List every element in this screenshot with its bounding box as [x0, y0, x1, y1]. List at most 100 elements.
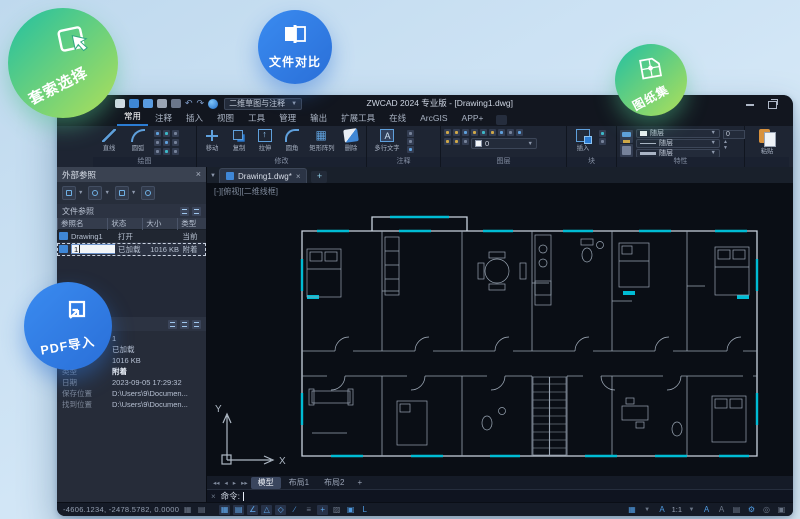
pdf-import-badge[interactable]: PDF导入 [24, 282, 112, 370]
workspace-switch-icon[interactable]: ▤ [731, 505, 742, 515]
close-icon[interactable]: × [211, 492, 216, 501]
tab-arcgis[interactable]: ArcGIS [413, 113, 454, 126]
copy-tool[interactable]: 复制 [227, 128, 251, 153]
table-row-selected[interactable]: 1 已加载 1016 KB 附着 [57, 243, 206, 256]
undo-icon[interactable]: ↶ [185, 99, 193, 108]
ortho-toggle-icon[interactable]: ∠ [247, 504, 259, 515]
xref-palette-titlebar[interactable]: 外部参照 × [57, 167, 206, 182]
edit-block-icon[interactable] [599, 138, 606, 145]
chevron-down-icon[interactable]: ▼ [78, 190, 83, 196]
lasso-select-badge[interactable]: 套索选择 [8, 8, 118, 118]
sun-icon[interactable] [453, 138, 460, 145]
transparency-input[interactable]: 0 [723, 130, 745, 139]
grid-toggle-icon[interactable]: ▤ [233, 504, 245, 515]
isolate-objects-icon[interactable]: ◎ [761, 505, 772, 515]
region-tool-icon[interactable] [172, 139, 179, 146]
table-tool-icon[interactable] [407, 146, 414, 153]
cycle-toggle-icon[interactable]: ▣ [345, 505, 356, 515]
polygon-tool-icon[interactable] [172, 148, 179, 155]
add-layout-button[interactable]: + [353, 478, 368, 487]
stretch-tool[interactable]: 拉伸 [253, 128, 277, 153]
viewport-grid-icon[interactable]: ▦ [627, 505, 638, 515]
lock-icon[interactable] [462, 138, 469, 145]
layer-prev-icon[interactable] [498, 129, 505, 136]
ribbon-panel-icon[interactable] [495, 115, 507, 125]
leader-tool-icon[interactable] [407, 138, 414, 145]
layer-freeze-icon[interactable] [462, 129, 469, 136]
line-tool[interactable]: 直线 [96, 128, 122, 153]
list-view-icon[interactable] [180, 206, 189, 216]
sheet-set-badge[interactable]: 图纸集 [615, 44, 687, 116]
last-layout-icon[interactable]: ▸▸ [239, 479, 250, 487]
dimension-tool-icon[interactable] [407, 130, 414, 137]
tab-tools[interactable]: 工具 [241, 113, 272, 126]
matchprops-icon[interactable] [620, 130, 633, 143]
transparency-toggle-icon[interactable]: ▨ [331, 505, 342, 515]
preview-icon[interactable] [171, 99, 181, 108]
chevron-down-icon[interactable]: ▼ [104, 190, 109, 196]
point-tool-icon[interactable] [154, 148, 161, 155]
tab-annotate[interactable]: 注释 [148, 113, 179, 126]
ucs-toggle-icon[interactable]: L [359, 505, 370, 515]
lineweight-toggle-icon[interactable]: ≡ [303, 505, 314, 515]
array-tool[interactable]: 矩形阵列 [307, 128, 337, 153]
snap-toggle-icon[interactable]: ▦ [219, 504, 231, 515]
open-folder-icon[interactable] [129, 99, 139, 108]
circle-tool-icon[interactable] [154, 130, 161, 137]
attach-pdf-button[interactable] [114, 186, 129, 200]
polyline-tool-icon[interactable] [163, 130, 170, 137]
linetype-dropdown[interactable]: 随层 ▼ [636, 139, 720, 148]
gear-icon[interactable]: ⚙ [746, 505, 757, 515]
attach-dwg-button[interactable] [62, 186, 76, 200]
tab-home[interactable]: 常用 [117, 111, 149, 126]
layer-match-icon[interactable] [489, 129, 496, 136]
layer-lock-icon[interactable] [471, 129, 478, 136]
prev-layout-icon[interactable]: ◂ [223, 479, 230, 487]
tab-model[interactable]: 模型 [250, 476, 281, 489]
osnap-toggle-icon[interactable]: ◇ [275, 504, 287, 515]
spline-tool-icon[interactable] [163, 139, 170, 146]
autoscale-icon[interactable]: A [716, 505, 727, 515]
command-line[interactable]: × 命令: [207, 489, 793, 502]
tab-output[interactable]: 输出 [303, 113, 334, 126]
tab-view[interactable]: 视图 [210, 113, 241, 126]
paper-space-icon[interactable]: ▤ [196, 505, 207, 515]
drawing-canvas[interactable]: [-][俯视][二维线框] Y X [207, 183, 793, 476]
plot-icon[interactable] [157, 99, 167, 108]
layer-on-icon[interactable] [453, 129, 460, 136]
otrack-toggle-icon[interactable]: ∕ [289, 505, 300, 515]
first-layout-icon[interactable]: ◂◂ [211, 479, 222, 487]
layer-properties-icon[interactable] [444, 129, 451, 136]
chevron-down-icon[interactable]: ▼ [686, 505, 697, 515]
close-icon[interactable]: × [296, 172, 301, 181]
fullscreen-icon[interactable]: ▣ [776, 505, 787, 515]
plist-icon[interactable] [620, 144, 633, 157]
document-tab[interactable]: Drawing1.dwg* × [219, 168, 308, 183]
redo-icon[interactable]: ↷ [197, 99, 205, 108]
rename-input[interactable]: 1 [71, 244, 115, 254]
mtext-tool[interactable]: 多行文字 [370, 128, 404, 153]
ellipse-tool-icon[interactable] [163, 148, 170, 155]
restore-button[interactable] [767, 98, 778, 109]
layer-state-icon[interactable] [516, 129, 523, 136]
attach-image-button[interactable] [88, 186, 103, 200]
erase-tool[interactable]: 删除 [339, 128, 363, 153]
chevron-down-icon[interactable]: ▼ [131, 190, 136, 196]
chevron-down-icon[interactable]: ▼ [642, 505, 653, 515]
table-row[interactable]: Drawing1 打开 当前 [57, 230, 206, 243]
dyn-toggle-icon[interactable]: + [317, 504, 329, 515]
bulb-icon[interactable] [444, 138, 451, 145]
layer-walk-icon[interactable] [507, 129, 514, 136]
file-compare-badge[interactable]: 文件对比 [258, 10, 332, 84]
tab-express[interactable]: 扩展工具 [334, 113, 382, 126]
tab-app-plus[interactable]: APP+ [455, 113, 491, 126]
polar-toggle-icon[interactable]: △ [261, 504, 273, 515]
workspace-sphere-icon[interactable] [208, 98, 219, 109]
rectangle-tool-icon[interactable] [172, 130, 179, 137]
transparency-stepper[interactable]: ▲ ▼ [723, 139, 745, 151]
doc-list-chevron-icon[interactable]: ▼ [207, 169, 219, 183]
hatch-tool-icon[interactable] [154, 139, 161, 146]
refresh-button[interactable] [141, 186, 156, 200]
minimize-button[interactable] [745, 98, 755, 108]
move-tool[interactable]: 移动 [200, 128, 224, 153]
